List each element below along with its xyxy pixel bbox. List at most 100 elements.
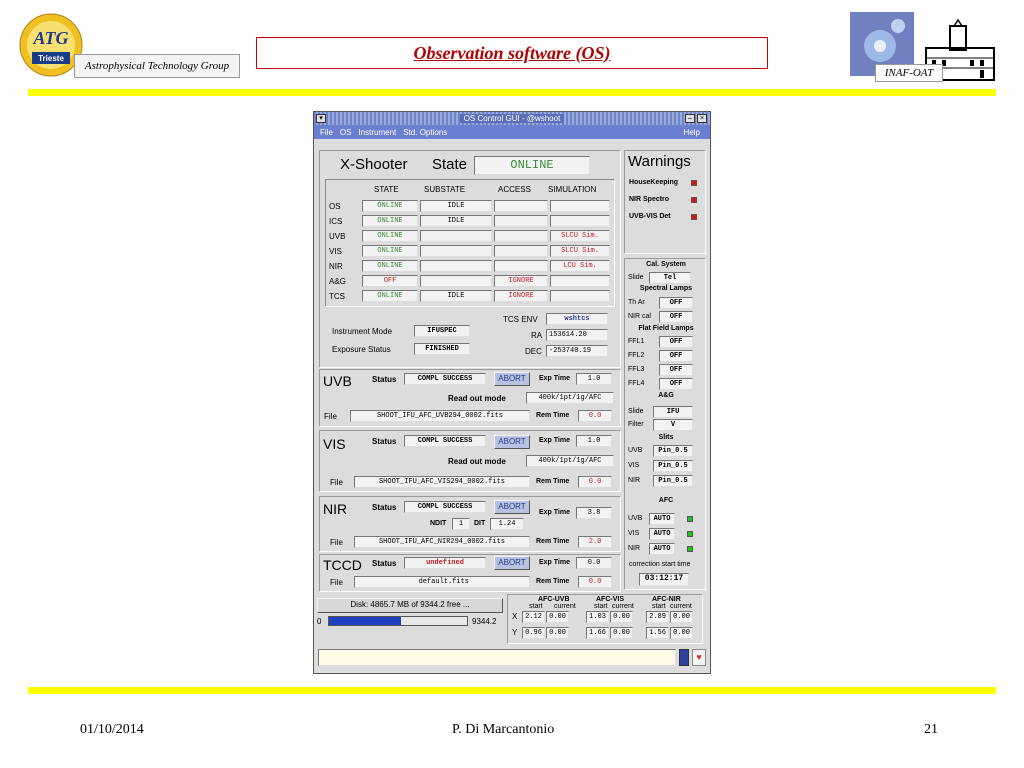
afc-1-indicator xyxy=(687,531,693,537)
os-control-window: ▾ OS Control GUI - @wshoot – × File OS I… xyxy=(313,111,711,674)
flat-lamp-2-value: OFF xyxy=(659,364,693,376)
footer-page-number: 21 xyxy=(924,722,938,737)
ra-value: 153614.20 xyxy=(546,329,608,341)
vis-name: VIS xyxy=(323,436,346,452)
row-uvb-access xyxy=(494,230,548,242)
row-tcs-simulation xyxy=(550,290,610,302)
message-area[interactable] xyxy=(318,649,676,666)
close-icon[interactable]: × xyxy=(697,114,707,123)
spectral-lamp-0-label: Th Ar xyxy=(628,299,645,306)
tccd-abort-button[interactable]: ABORT xyxy=(494,556,530,570)
row-ag-name: A&G xyxy=(329,277,346,286)
nir-ndit[interactable]: 1 xyxy=(452,518,470,530)
warning-indicator-0 xyxy=(691,180,697,186)
menu-instrument[interactable]: Instrument xyxy=(358,128,396,137)
afc-nir-start-header: start xyxy=(652,603,666,610)
ag-slide-value: IFU xyxy=(653,406,693,418)
tcs-env-label: TCS ENV xyxy=(503,315,538,324)
row-ics-substate: IDLE xyxy=(420,215,492,227)
dec-value: -253740.19 xyxy=(546,345,608,357)
instrument-mode-label: Instrument Mode xyxy=(332,327,393,336)
tccd-status: undefined xyxy=(404,557,486,569)
tccd-name: TCCD xyxy=(323,557,362,573)
afc-vis-current-header: current xyxy=(612,603,634,610)
vis-exp-time[interactable]: 1.0 xyxy=(576,435,612,447)
uvb-exp-time[interactable]: 1.0 xyxy=(576,373,612,385)
uvb-file: SHOOT_IFU_AFC_UVB294_0002.fits xyxy=(350,410,530,422)
heart-icon[interactable]: ♥ xyxy=(692,649,706,666)
row-tcs-name: TCS xyxy=(329,292,345,301)
afc-x-cell-4: 2.89 xyxy=(646,611,669,623)
row-ics-name: ICS xyxy=(329,217,343,226)
warning-item-0: HouseKeeping xyxy=(629,179,679,186)
row-ics-access xyxy=(494,215,548,227)
tccd-status-label: Status xyxy=(372,559,397,568)
flat-lamp-0-label: FFL1 xyxy=(628,338,645,345)
vis-readout-mode[interactable]: 400k/1pt/1g/AFC xyxy=(526,455,614,467)
nir-panel: NIR Status COMPL SUCCESS ABORT Exp Time … xyxy=(319,496,621,552)
row-vis-substate xyxy=(420,245,492,257)
warnings-panel: Warnings HouseKeeping NIR Spectro UVB-VIS … xyxy=(624,150,706,254)
menu-std-options[interactable]: Std. Options xyxy=(403,128,447,137)
slit-1-label: VIS xyxy=(628,462,640,469)
nir-abort-button[interactable]: ABORT xyxy=(494,500,530,514)
menu-help[interactable]: Help xyxy=(684,128,700,137)
afc-0-value[interactable]: AUTO xyxy=(649,513,675,525)
afc-x-cell-1: 0.00 xyxy=(546,611,569,623)
header-substate: SUBSTATE xyxy=(424,185,466,194)
slit-0-label: UVB xyxy=(628,447,643,454)
flat-lamp-0-value: OFF xyxy=(659,336,693,348)
afc-2-indicator xyxy=(687,546,693,552)
cal-slide-value: Tel xyxy=(649,272,691,284)
correction-start-time: 03:12:17 xyxy=(639,573,689,586)
nir-ndit-label: NDIT xyxy=(430,520,447,527)
afc-2-value[interactable]: AUTO xyxy=(649,543,675,555)
atg-logo-subtext: Trieste xyxy=(38,54,64,63)
row-uvb-substate xyxy=(420,230,492,242)
afc-y-label: Y xyxy=(512,628,518,637)
slits-title: Slits xyxy=(658,434,674,441)
ag-slide-label: Slide xyxy=(628,408,644,415)
bottom-divider xyxy=(28,687,996,694)
header-access: ACCESS xyxy=(498,185,531,194)
uvb-readout-mode[interactable]: 400k/1pt/1g/AFC xyxy=(526,392,614,404)
correction-start-label: correction start time xyxy=(629,561,691,568)
nir-dit-label: DIT xyxy=(474,520,486,527)
cal-slide-label: Slide xyxy=(628,274,644,281)
uvb-abort-button[interactable]: ABORT xyxy=(494,372,530,386)
nir-exp-time[interactable]: 3.8 xyxy=(576,507,612,519)
disk-usage-button[interactable]: Disk: 4865.7 MB of 9344.2 free ... xyxy=(317,598,503,613)
nir-dit[interactable]: 1.24 xyxy=(490,518,524,530)
flat-lamp-1-label: FFL2 xyxy=(628,352,645,359)
header-simulation: SIMULATION xyxy=(548,185,597,194)
afc-y-cell-3: 0.00 xyxy=(610,627,633,639)
afc-uvb-start-header: start xyxy=(529,603,543,610)
row-nir-substate xyxy=(420,260,492,272)
row-uvb-simulation: SLCU Sim. xyxy=(550,230,610,242)
minimize-icon[interactable]: – xyxy=(685,114,695,123)
afc-1-label: VIS xyxy=(628,530,640,537)
nir-file: SHOOT_IFU_AFC_NIR294_0002.fits xyxy=(354,536,530,548)
tccd-exp-time[interactable]: 0.0 xyxy=(576,557,612,569)
flat-lamp-3-value: OFF xyxy=(659,378,693,390)
row-ag-substate xyxy=(420,275,492,287)
nir-name: NIR xyxy=(323,501,348,517)
menu-os[interactable]: OS xyxy=(340,128,352,137)
row-vis-name: VIS xyxy=(329,247,342,256)
vis-abort-button[interactable]: ABORT xyxy=(494,435,530,449)
row-nir-access xyxy=(494,260,548,272)
footer-author: P. Di Marcantonio xyxy=(452,722,555,737)
warnings-title: Warnings xyxy=(628,153,691,170)
vis-rem-time-label: Rem Time xyxy=(536,478,570,485)
afc-uvb-current-header: current xyxy=(554,603,576,610)
row-ics-simulation xyxy=(550,215,610,227)
nir-exp-time-label: Exp Time xyxy=(539,509,570,516)
afc-1-value[interactable]: AUTO xyxy=(649,528,675,540)
flat-lamp-1-value: OFF xyxy=(659,350,693,362)
atg-logo-text: ATG xyxy=(32,28,68,48)
window-titlebar[interactable]: ▾ OS Control GUI - @wshoot – × xyxy=(314,112,710,125)
uvb-exp-time-label: Exp Time xyxy=(539,375,570,382)
menu-file[interactable]: File xyxy=(320,128,333,137)
afc-title: AFC xyxy=(658,497,674,504)
scroll-up-down-icon[interactable] xyxy=(679,649,689,666)
